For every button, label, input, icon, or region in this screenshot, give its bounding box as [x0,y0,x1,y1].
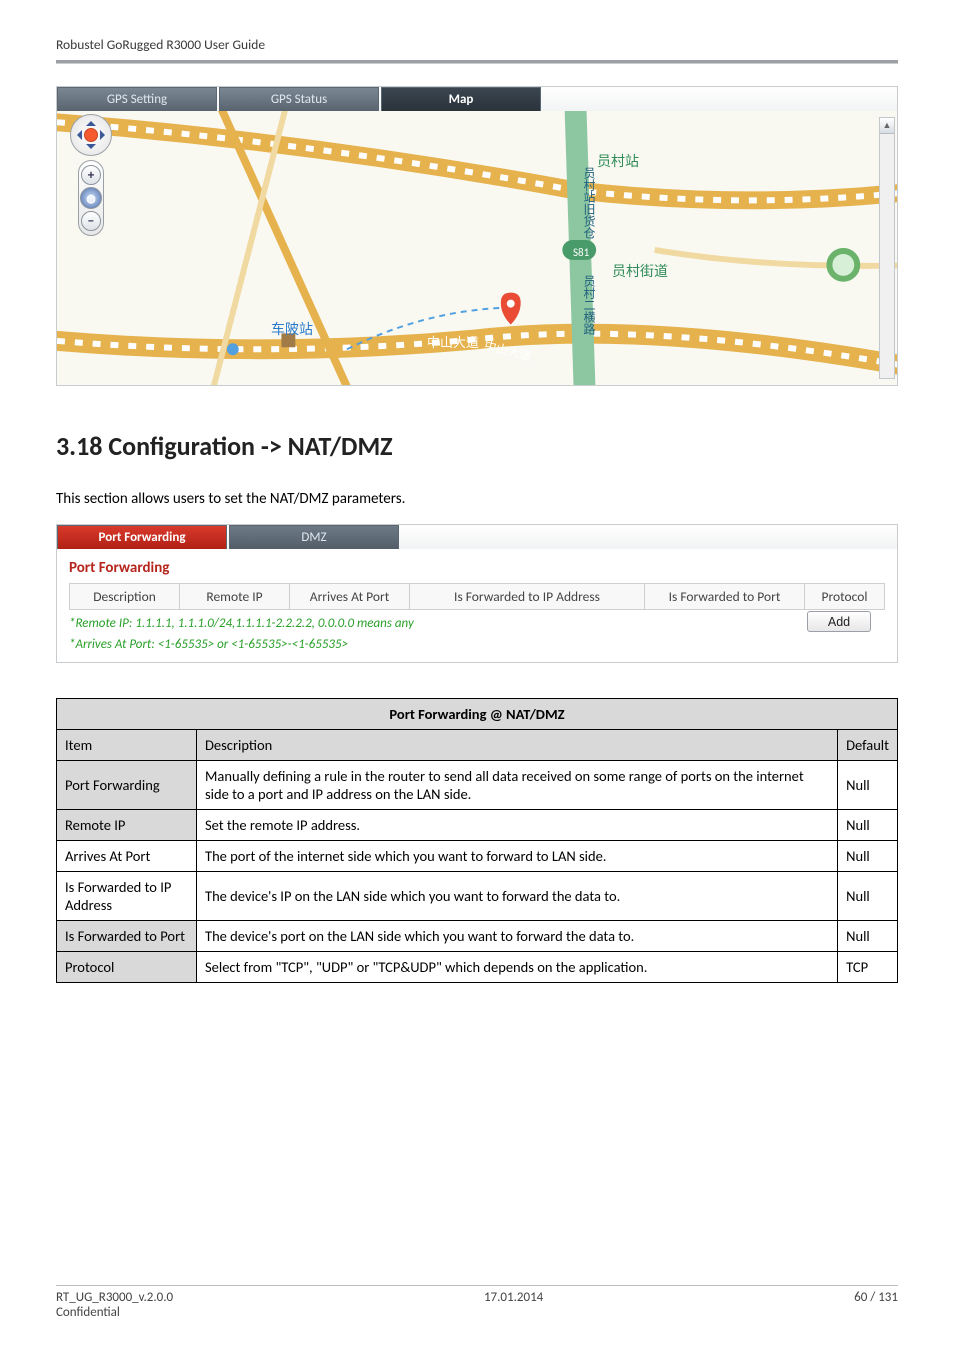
row-pf-desc: Manually defining a rule in the router t… [197,761,838,810]
pan-dpad[interactable] [70,114,112,156]
zoom-pill: + ◍ − [78,160,104,236]
poi-station: 员村站 [597,151,639,171]
pf-note-remote-ip: *Remote IP: 1.1.1.1, 1.1.1.0/24,1.1.1.1-… [69,616,885,631]
zoom-in-button[interactable]: + [81,165,101,185]
row-pf-item: Port Forwarding [57,761,197,810]
desc-head-item: Item [57,730,197,761]
doc-header: Robustel GoRugged R3000 User Guide [56,36,898,53]
desc-head-desc: Description [197,730,838,761]
poi-s81-badge: S81 [573,246,589,259]
tab-gps-setting[interactable]: GPS Setting [57,87,217,111]
row-pf-def: Null [838,761,898,810]
footer-doc: RT_UG_R3000_v.2.0.0 [56,1290,173,1305]
doc-header-underline [56,60,898,64]
tab-port-forwarding[interactable]: Port Forwarding [57,525,227,549]
pf-tabs: Port Forwarding DMZ [57,525,897,549]
row-rip-desc: Set the remote IP address. [197,810,838,841]
poi-chezhan: 车陂站 [271,319,313,339]
footer-date: 17.01.2014 [484,1290,543,1320]
map-tabs: GPS Setting GPS Status Map [57,87,897,111]
poi-vertical: 员村站旧货仓 [580,167,597,239]
zoom-globe-button[interactable]: ◍ [80,187,102,209]
row-proto-desc: Select from "TCP", "UDP" or "TCP&UDP" wh… [197,952,838,983]
port-forwarding-panel: Port Forwarding DMZ Port Forwarding Desc… [56,524,898,663]
poi-road: 员村街道 [612,261,668,281]
row-fip-desc: The device's IP on the LAN side which yo… [197,872,838,921]
footer-page: 60 / 131 [854,1290,898,1320]
map-panel: GPS Setting GPS Status Map 员村站 [56,86,898,386]
pf-title: Port Forwarding [69,559,885,577]
row-aap-item: Arrives At Port [57,841,197,872]
pf-col-fwd-ip: Is Forwarded to IP Address [410,584,645,610]
row-proto-def: TCP [838,952,898,983]
pf-col-description: Description [70,584,180,610]
row-fport-item: Is Forwarded to Port [57,921,197,952]
tab-gps-status[interactable]: GPS Status [219,87,379,111]
pf-col-fwd-port: Is Forwarded to Port [645,584,805,610]
row-fport-desc: The device's port on the LAN side which … [197,921,838,952]
pf-col-protocol: Protocol [805,584,885,610]
row-fip-def: Null [838,872,898,921]
tab-map[interactable]: Map [381,87,541,111]
pf-col-arrives: Arrives At Port [290,584,410,610]
zoom-out-button[interactable]: − [81,211,101,231]
row-rip-def: Null [838,810,898,841]
row-rip-item: Remote IP [57,810,197,841]
row-aap-def: Null [838,841,898,872]
scrollbar-icon[interactable]: ▲ [879,117,895,379]
map-body[interactable]: 员村站 员村街道 车陂站 S81 中山大道 中山大道 员村站旧货仓 员村二横路 … [57,111,897,385]
map-controls: + ◍ − [75,114,107,236]
footer-confidential: Confidential [56,1305,173,1320]
poi-vertical2: 员村二横路 [580,275,597,335]
page-footer: RT_UG_R3000_v.2.0.0 Confidential 17.01.2… [56,1285,898,1320]
description-table: Port Forwarding @ NAT/DMZ Item Descripti… [56,698,898,983]
row-fport-def: Null [838,921,898,952]
add-button[interactable]: Add [807,611,871,632]
desc-head-default: Default [838,730,898,761]
pf-columns-table: Description Remote IP Arrives At Port Is… [69,583,885,610]
row-fip-item: Is Forwarded to IP Address [57,872,197,921]
tab-dmz[interactable]: DMZ [229,525,399,549]
section-intro: This section allows users to set the NAT… [56,490,405,508]
road-label: 中山大道 [427,332,479,351]
pf-col-remote-ip: Remote IP [180,584,290,610]
section-heading: 3.18 Configuration -> NAT/DMZ [56,430,393,462]
row-proto-item: Protocol [57,952,197,983]
row-aap-desc: The port of the internet side which you … [197,841,838,872]
desc-caption: Port Forwarding @ NAT/DMZ [57,699,898,730]
pf-note-arrives: *Arrives At Port: <1-65535> or <1-65535>… [69,637,885,652]
